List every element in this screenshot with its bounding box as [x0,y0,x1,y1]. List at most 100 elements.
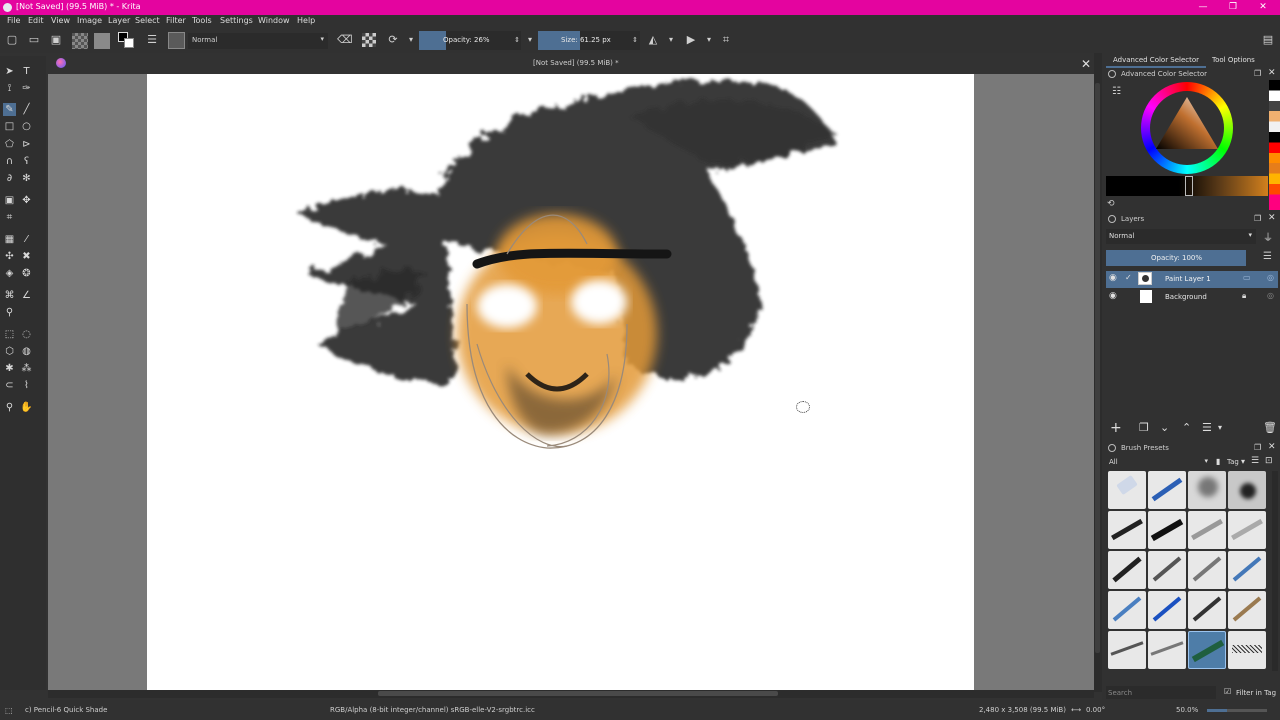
crop-tool-icon[interactable]: ⌗ [3,211,16,224]
brush-preset-sketch-2[interactable] [1148,631,1186,669]
measure-tool-icon[interactable]: ∠ [20,289,33,302]
eye-icon[interactable]: ◉ [1109,273,1117,283]
edit-brush-settings-icon[interactable]: ☰ [145,33,159,47]
layer-name[interactable]: Paint Layer 1 [1165,275,1211,283]
selection-icon[interactable]: ⬚ [5,706,13,715]
layer-menu-icon[interactable]: ☰ [1263,251,1272,262]
brush-preset-airbrush[interactable] [1228,471,1266,509]
close-panel-icon[interactable]: ✕ [1268,442,1276,452]
sidebar-toggle-icon[interactable]: ▤ [1261,33,1275,47]
add-layer-icon[interactable]: + [1110,420,1122,436]
open-document-icon[interactable]: ▭ [27,33,41,47]
brush-search-input[interactable]: Search [1106,686,1216,699]
fill-tool-icon[interactable]: ◈ [3,267,16,280]
move-layer-down-icon[interactable]: ⌄ [1160,421,1169,434]
reload-preset-icon[interactable]: ⟳ [386,33,400,47]
layer-properties-icon[interactable]: ☰ [1202,421,1212,434]
polygon-tool-icon[interactable]: ⬠ [3,138,16,151]
float-panel-icon[interactable]: ❐ [1254,443,1261,452]
background-color-icon[interactable] [124,38,134,48]
magnetic-select-icon[interactable]: ⌇ [20,379,33,392]
brush-preset-pencil-3[interactable] [1228,551,1266,589]
spin-arrows-icon[interactable]: ⇕ [510,33,524,47]
brush-preset-pencil-6[interactable] [1188,591,1226,629]
rotation-icon[interactable]: ⟷ [1071,706,1081,714]
view-mode-icon[interactable]: ☰ [1251,456,1259,466]
ellipse-select-icon[interactable]: ◌ [20,328,33,341]
chevron-down-icon[interactable]: ▾ [1241,457,1245,466]
polyline-tool-icon[interactable]: ⊳ [20,138,33,151]
bezier-select-icon[interactable]: ⊂ [3,379,16,392]
chevron-down-icon[interactable]: ▾ [523,33,537,47]
smart-patch-icon[interactable]: ✖ [20,250,33,263]
brush-preset-sketch[interactable] [1108,631,1146,669]
brush-preset-ink-2[interactable] [1148,511,1186,549]
brush-preset-eraser[interactable] [1108,471,1146,509]
check-icon[interactable]: ✓ [1125,273,1132,282]
menu-window[interactable]: Window [258,16,290,25]
dynamic-brush-icon[interactable]: ∂ [3,172,16,185]
enclose-fill-icon[interactable]: ❂ [20,267,33,280]
brush-preset-ink[interactable] [1108,511,1146,549]
close-panel-icon[interactable]: ✕ [1268,213,1276,223]
checkbox-icon[interactable]: ☑ [1224,687,1231,696]
pattern-swatch-icon[interactable] [94,33,110,49]
close-document-icon[interactable]: ✕ [1081,57,1091,71]
calligraphy-icon[interactable]: ✑ [20,82,33,95]
filter-icon[interactable]: ⏚ [1263,229,1273,244]
brush-filter-select[interactable]: All ▾ [1106,456,1211,469]
vertical-scrollbar[interactable] [1094,53,1102,692]
menu-file[interactable]: File [7,16,20,25]
brush-preset-selected[interactable] [1188,631,1226,669]
filter-in-tag-label[interactable]: Filter in Tag [1236,689,1276,697]
inherit-alpha-icon[interactable]: ◎ [1267,273,1274,282]
tab-tool-options[interactable]: Tool Options [1212,56,1255,64]
blend-mode-select[interactable]: Normal ▾ [188,33,328,49]
lock-icon[interactable]: 🔒︎ [1242,291,1246,301]
bezier-tool-icon[interactable]: ∩ [3,155,16,168]
freehand-select-icon[interactable]: ◍ [20,345,33,358]
menu-help[interactable]: Help [297,16,315,25]
brush-preset-chooser-icon[interactable] [168,32,185,49]
reset-icon[interactable]: ⟲ [1107,199,1115,209]
delete-layer-icon[interactable]: 🗑︎ [1263,421,1277,434]
color-picker-icon[interactable]: ⁄ [20,233,33,246]
chevron-down-icon[interactable]: ▾ [1218,423,1222,432]
new-document-icon[interactable]: ▢ [5,33,19,47]
mirror-horizontal-icon[interactable]: ◭ [646,33,660,47]
alpha-lock-icon[interactable]: ▭ [1243,273,1251,282]
horizontal-scrollbar[interactable] [48,690,1094,698]
panel-lock-icon[interactable] [1108,444,1116,452]
ellipse-tool-icon[interactable]: ○ [20,120,33,133]
document-tab-title[interactable]: [Not Saved] (99.5 MiB) * [533,59,619,67]
select-shapes-icon[interactable]: ➤ [3,65,16,78]
brush-preset-pencil-4[interactable] [1108,591,1146,629]
float-panel-icon[interactable]: ❐ [1254,69,1261,78]
chevron-down-icon[interactable]: ▾ [702,33,716,47]
brush-preset-hatch[interactable] [1228,631,1266,669]
wrap-around-icon[interactable]: ⌗ [719,33,733,47]
menu-edit[interactable]: Edit [28,16,44,25]
rect-select-icon[interactable]: ⬚ [3,328,16,341]
assistant-tool-icon[interactable]: ⌘ [3,289,16,302]
menu-view[interactable]: View [51,16,70,25]
edit-shapes-icon[interactable]: ⟟ [3,82,16,95]
move-tool-icon[interactable]: ✥ [20,194,33,207]
line-tool-icon[interactable]: ╱ [20,103,33,116]
menu-settings[interactable]: Settings [220,16,253,25]
menu-tools[interactable]: Tools [192,16,212,25]
colorize-mask-icon[interactable]: ✣ [3,250,16,263]
brush-preset-soft[interactable] [1188,471,1226,509]
contiguous-select-icon[interactable]: ✱ [3,362,16,375]
tag-label[interactable]: Tag [1227,458,1239,466]
layer-name[interactable]: Background [1165,293,1207,301]
menu-select[interactable]: Select [135,16,160,25]
pan-tool-icon[interactable]: ✋ [20,401,33,414]
text-tool-icon[interactable]: T [20,65,33,78]
float-panel-icon[interactable]: ❐ [1254,214,1261,223]
layer-blend-select[interactable]: Normal ▾ [1106,229,1256,244]
minimize-button[interactable]: — [1188,0,1218,15]
inherit-alpha-icon[interactable]: ◎ [1267,291,1274,300]
brush-preset-blue-pen[interactable] [1148,471,1186,509]
menu-filter[interactable]: Filter [166,16,186,25]
